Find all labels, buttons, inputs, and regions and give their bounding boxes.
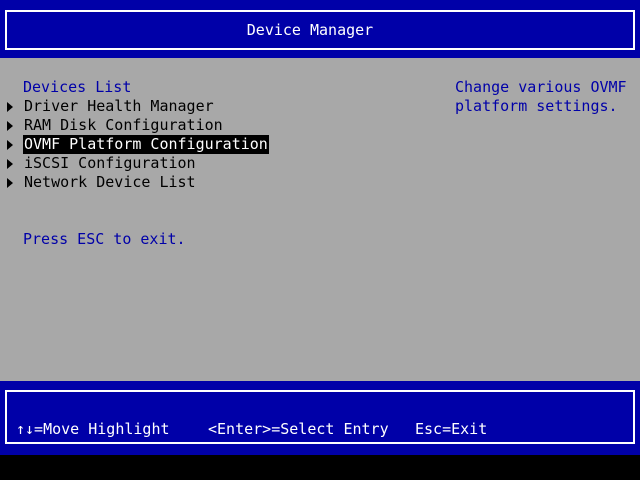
right-triangle-icon — [7, 102, 13, 112]
menu-item-label: Driver Health Manager — [24, 97, 214, 115]
menu-item-ram-disk-configuration[interactable]: RAM Disk Configuration — [0, 116, 223, 135]
menu-item-label: OVMF Platform Configuration — [23, 135, 269, 154]
header-bar: Device Manager — [0, 0, 640, 58]
menu-item-driver-health-manager[interactable]: Driver Health Manager — [0, 97, 214, 116]
menu-item-label: iSCSI Configuration — [24, 154, 196, 172]
select-entry-hint: <Enter>=Select Entry — [208, 420, 389, 438]
main-panel: Devices List Driver Health Manager RAM D… — [0, 58, 640, 381]
menu-item-iscsi-configuration[interactable]: iSCSI Configuration — [0, 154, 196, 173]
help-text: Change various OVMF platform settings. — [455, 78, 627, 115]
devices-list-heading: Devices List — [23, 78, 132, 96]
page-title: Device Manager — [246, 21, 374, 39]
right-triangle-icon — [7, 121, 13, 131]
footer-bar: ↑↓=Move Highlight <Enter>=Select Entry E… — [0, 381, 640, 455]
device-menu: Driver Health Manager RAM Disk Configura… — [0, 97, 269, 192]
menu-item-ovmf-platform-configuration[interactable]: OVMF Platform Configuration — [0, 135, 269, 154]
right-triangle-icon — [7, 178, 13, 188]
esc-exit-hint: Esc=Exit — [415, 420, 488, 438]
menu-item-label: Network Device List — [24, 173, 196, 191]
move-highlight-hint: ↑↓=Move Highlight — [16, 420, 170, 438]
menu-item-network-device-list[interactable]: Network Device List — [0, 173, 196, 192]
menu-item-label: RAM Disk Configuration — [24, 116, 223, 134]
bios-screen: Device Manager Devices List Driver Healt… — [0, 0, 640, 480]
right-triangle-icon — [7, 159, 13, 169]
right-triangle-icon — [7, 140, 13, 150]
bottom-strip — [0, 455, 640, 480]
exit-hint: Press ESC to exit. — [23, 230, 186, 248]
